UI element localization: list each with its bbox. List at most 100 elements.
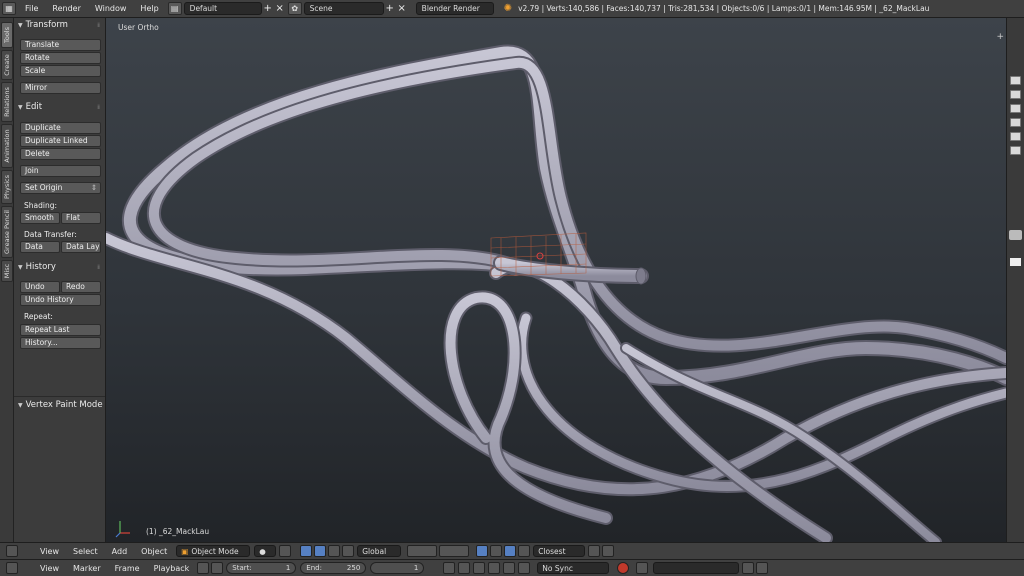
rotate-button[interactable]: Rotate bbox=[20, 52, 101, 64]
menu-object[interactable]: Object bbox=[134, 547, 174, 556]
data-layout-button[interactable]: Data Lay bbox=[61, 241, 101, 253]
redo-button[interactable]: Redo bbox=[61, 281, 101, 293]
panel-grip-icon[interactable]: ⁞⁞ bbox=[97, 22, 100, 29]
end-frame-field[interactable]: End: 250 bbox=[300, 562, 367, 574]
add-scene-button[interactable]: + bbox=[384, 2, 396, 15]
current-frame-field[interactable]: 1 bbox=[370, 562, 425, 574]
camera-icon[interactable] bbox=[1010, 104, 1021, 113]
start-frame-field[interactable]: Start: 1 bbox=[226, 562, 297, 574]
tab-animation[interactable]: Animation bbox=[1, 124, 13, 168]
remove-scene-button[interactable]: × bbox=[396, 2, 408, 15]
editor-type-icon[interactable]: ▦ bbox=[2, 2, 16, 15]
menu-view[interactable]: View bbox=[33, 564, 66, 573]
opengl-render-icon[interactable] bbox=[588, 545, 601, 557]
transform-orientation-select[interactable]: Global bbox=[357, 545, 402, 557]
panel-transform-header[interactable]: ▼ Transform bbox=[18, 20, 68, 30]
menu-window[interactable]: Window bbox=[88, 4, 134, 13]
sync-select[interactable]: No Sync bbox=[537, 562, 610, 574]
data-transfer-button[interactable]: Data bbox=[20, 241, 60, 253]
panel-edit-header[interactable]: ▼ Edit bbox=[18, 102, 42, 112]
layout-icon[interactable]: ▤ bbox=[167, 2, 182, 15]
render-engine-select[interactable]: Blender Render bbox=[415, 2, 494, 15]
snap-icon[interactable] bbox=[518, 545, 531, 557]
lock-range-icon[interactable] bbox=[211, 562, 224, 574]
panel-vertex-paint-header[interactable]: ▼ Vertex Paint Mode bbox=[18, 400, 103, 410]
join-button[interactable]: Join bbox=[20, 165, 101, 177]
menu-marker[interactable]: Marker bbox=[66, 564, 108, 573]
scene-icon[interactable]: ✿ bbox=[287, 2, 302, 15]
tab-tools[interactable]: Tools bbox=[1, 22, 13, 48]
menu-view[interactable]: View bbox=[33, 547, 66, 556]
layers-grid[interactable] bbox=[407, 545, 438, 557]
flat-button[interactable]: Flat bbox=[61, 212, 101, 224]
undo-history-button[interactable]: Undo History bbox=[20, 294, 101, 306]
undo-button[interactable]: Undo bbox=[20, 281, 60, 293]
tab-misc[interactable]: Misc bbox=[1, 260, 13, 282]
camera-icon[interactable] bbox=[1010, 90, 1021, 99]
layout-select[interactable]: Default bbox=[183, 2, 262, 15]
preview-range-icon[interactable] bbox=[197, 562, 210, 574]
jump-start-icon[interactable] bbox=[443, 562, 456, 574]
menu-help[interactable]: Help bbox=[133, 4, 165, 13]
translate-button[interactable]: Translate bbox=[20, 39, 101, 51]
keying-set-icon[interactable] bbox=[636, 562, 649, 574]
shading-select[interactable]: ● bbox=[254, 545, 277, 557]
render-layer-icon[interactable] bbox=[490, 545, 503, 557]
rotate-manipulator-icon[interactable] bbox=[328, 545, 341, 557]
properties-toggle-icon[interactable]: + bbox=[996, 32, 1004, 42]
scroll-icon[interactable] bbox=[1009, 230, 1022, 240]
tab-create[interactable]: Create bbox=[1, 50, 13, 80]
scale-manipulator-icon[interactable] bbox=[342, 545, 355, 557]
tab-grease-pencil[interactable]: Grease Pencil bbox=[1, 206, 13, 258]
duplicate-button[interactable]: Duplicate bbox=[20, 122, 101, 134]
menu-frame[interactable]: Frame bbox=[108, 564, 147, 573]
menu-file[interactable]: File bbox=[18, 4, 45, 13]
menu-playback[interactable]: Playback bbox=[147, 564, 197, 573]
insert-keyframe-icon[interactable] bbox=[742, 562, 755, 574]
layers-grid-2[interactable] bbox=[439, 545, 470, 557]
play-reverse-icon[interactable] bbox=[473, 562, 486, 574]
opengl-anim-icon[interactable] bbox=[602, 545, 615, 557]
history-button[interactable]: History... bbox=[20, 337, 101, 349]
jump-keyframe-forward-icon[interactable] bbox=[503, 562, 516, 574]
set-origin-dropdown[interactable]: Set Origin ⇕ bbox=[20, 182, 101, 194]
lock-layers-icon[interactable] bbox=[476, 545, 489, 557]
menu-select[interactable]: Select bbox=[66, 547, 105, 556]
duplicate-linked-button[interactable]: Duplicate Linked bbox=[20, 135, 101, 147]
remove-layout-button[interactable]: × bbox=[274, 2, 286, 15]
editor-type-icon[interactable] bbox=[6, 545, 18, 557]
pivot-icon[interactable] bbox=[279, 545, 292, 557]
jump-keyframe-back-icon[interactable] bbox=[458, 562, 471, 574]
editor-type-icon[interactable] bbox=[6, 562, 18, 574]
keying-set-select[interactable] bbox=[653, 562, 740, 574]
translate-manipulator-icon[interactable] bbox=[314, 545, 327, 557]
tab-relations[interactable]: Relations bbox=[1, 82, 13, 122]
panel-grip-icon[interactable]: ⁞⁞ bbox=[97, 264, 100, 271]
scale-button[interactable]: Scale bbox=[20, 65, 101, 77]
snap-target-select[interactable]: Closest bbox=[533, 545, 586, 557]
image-icon[interactable] bbox=[1010, 258, 1021, 266]
camera-icon[interactable] bbox=[1010, 118, 1021, 127]
camera-icon[interactable] bbox=[1010, 132, 1021, 141]
mirror-button[interactable]: Mirror bbox=[20, 82, 101, 94]
scene-select[interactable]: Scene bbox=[303, 2, 384, 15]
mode-select[interactable]: ▣ Object Mode bbox=[176, 545, 251, 557]
panel-history-header[interactable]: ▼ History bbox=[18, 262, 56, 272]
panel-grip-icon[interactable]: ⁞⁞ bbox=[97, 104, 100, 111]
record-icon[interactable] bbox=[617, 562, 630, 574]
proportional-edit-icon[interactable] bbox=[504, 545, 517, 557]
menu-render[interactable]: Render bbox=[45, 4, 87, 13]
delete-button[interactable]: Delete bbox=[20, 148, 101, 160]
delete-keyframe-icon[interactable] bbox=[756, 562, 769, 574]
repeat-last-button[interactable]: Repeat Last bbox=[20, 324, 101, 336]
add-layout-button[interactable]: + bbox=[262, 2, 274, 15]
3d-viewport[interactable]: User Ortho (1) _62_MackLau + bbox=[106, 18, 1006, 542]
jump-end-icon[interactable] bbox=[518, 562, 531, 574]
smooth-button[interactable]: Smooth bbox=[20, 212, 60, 224]
play-icon[interactable] bbox=[488, 562, 501, 574]
camera-icon[interactable] bbox=[1010, 146, 1021, 155]
camera-icon[interactable] bbox=[1010, 76, 1021, 85]
manipulator-icon[interactable] bbox=[300, 545, 313, 557]
tab-physics[interactable]: Physics bbox=[1, 170, 13, 204]
menu-add[interactable]: Add bbox=[105, 547, 135, 556]
